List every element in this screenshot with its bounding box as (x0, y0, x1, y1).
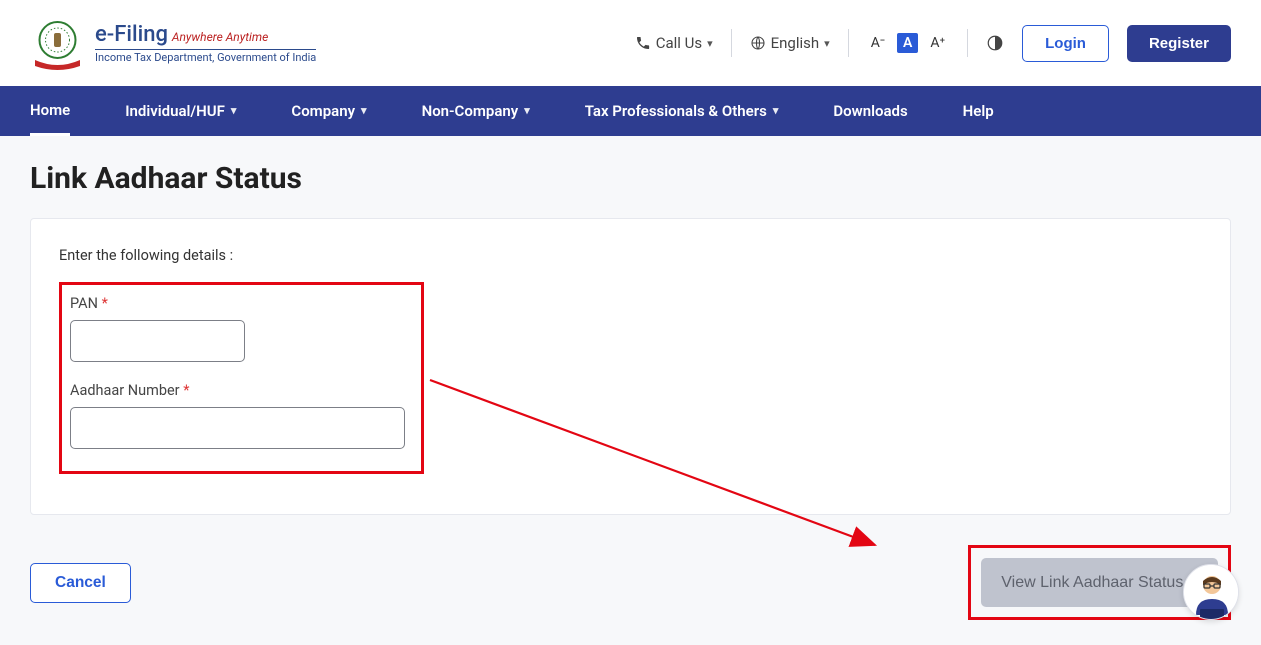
required-marker: * (102, 295, 108, 312)
phone-icon (635, 35, 651, 51)
aadhaar-label: Aadhaar Number * (70, 382, 413, 399)
divider (967, 29, 968, 57)
view-status-label: View Link Aadhaar Status (1001, 574, 1183, 592)
pan-label-text: PAN (70, 295, 98, 312)
emblem-logo (30, 16, 85, 71)
login-button[interactable]: Login (1022, 25, 1109, 62)
call-us-dropdown[interactable]: Call Us (635, 34, 713, 52)
contrast-icon (986, 34, 1004, 52)
brand-area[interactable]: e-Filing Anywhere Anytime Income Tax Dep… (30, 16, 316, 71)
nav-downloads[interactable]: Downloads (833, 86, 907, 136)
brand-subtitle: Anywhere Anytime (172, 30, 268, 44)
chat-assistant-button[interactable] (1183, 564, 1239, 620)
chevron-down-icon (361, 86, 367, 136)
chevron-down-icon (231, 86, 237, 136)
contrast-toggle[interactable] (986, 34, 1004, 52)
highlighted-form-area: PAN * Aadhaar Number * (59, 282, 424, 474)
nav-individual-label: Individual/HUF (125, 86, 225, 136)
font-decrease-button[interactable]: A⁻ (867, 33, 889, 53)
nav-noncompany[interactable]: Non-Company (422, 86, 530, 136)
font-increase-button[interactable]: A⁺ (926, 33, 949, 53)
nav-noncompany-label: Non-Company (422, 86, 519, 136)
cancel-button[interactable]: Cancel (30, 563, 131, 603)
globe-icon (750, 35, 766, 51)
form-card: Enter the following details : PAN * Aadh… (30, 218, 1231, 515)
font-default-button[interactable]: A (897, 33, 918, 53)
view-status-button[interactable]: View Link Aadhaar Status (981, 558, 1218, 607)
nav-help-label: Help (963, 86, 994, 136)
nav-help[interactable]: Help (963, 86, 994, 136)
pan-label: PAN * (70, 295, 413, 312)
chevron-down-icon (707, 37, 713, 50)
nav-home[interactable]: Home (30, 86, 70, 136)
brand-title: e-Filing (95, 22, 168, 47)
register-button[interactable]: Register (1127, 25, 1231, 62)
nav-taxpro-label: Tax Professionals & Others (585, 86, 767, 136)
language-label: English (771, 34, 820, 52)
divider (731, 29, 732, 57)
font-size-controls: A⁻ A A⁺ (867, 33, 949, 53)
divider (848, 29, 849, 57)
avatar-icon (1184, 565, 1239, 620)
nav-downloads-label: Downloads (833, 86, 907, 136)
nav-individual[interactable]: Individual/HUF (125, 86, 236, 136)
brand-dept: Income Tax Department, Government of Ind… (95, 49, 316, 64)
chevron-down-icon (824, 37, 830, 50)
pan-input[interactable] (70, 320, 245, 362)
language-dropdown[interactable]: English (750, 34, 830, 52)
page-title: Link Aadhaar Status (30, 161, 1231, 196)
nav-company-label: Company (291, 86, 355, 136)
aadhaar-label-text: Aadhaar Number (70, 382, 180, 399)
form-instruction: Enter the following details : (59, 247, 1202, 264)
aadhaar-input[interactable] (70, 407, 405, 449)
chevron-down-icon (524, 86, 530, 136)
nav-taxpro[interactable]: Tax Professionals & Others (585, 86, 779, 136)
nav-home-label: Home (30, 85, 70, 135)
required-marker: * (183, 382, 189, 399)
chevron-down-icon (773, 86, 779, 136)
nav-company[interactable]: Company (291, 86, 366, 136)
call-us-label: Call Us (656, 34, 702, 52)
